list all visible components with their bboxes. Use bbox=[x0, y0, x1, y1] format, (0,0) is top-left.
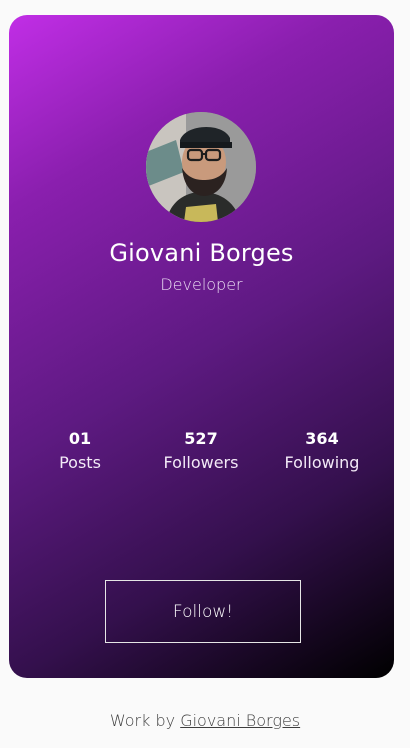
stat-label: Posts bbox=[59, 453, 101, 472]
stat-value: 01 bbox=[68, 429, 92, 448]
stat-following: 364 Following bbox=[257, 428, 387, 472]
stat-label: Following bbox=[284, 453, 360, 472]
stat-posts: 01 Posts bbox=[15, 428, 145, 472]
stat-followers: 527 Followers bbox=[136, 428, 266, 472]
footer-prefix: Work by bbox=[109, 711, 176, 730]
author-link[interactable]: Giovani Borges bbox=[180, 711, 300, 730]
follow-button[interactable]: Follow! bbox=[105, 580, 301, 643]
stat-value: 527 bbox=[184, 429, 218, 448]
stat-value: 364 bbox=[305, 429, 339, 448]
avatar bbox=[146, 112, 256, 222]
stat-label: Followers bbox=[163, 453, 239, 472]
profile-card: Giovani Borges Developer 01 Posts 527 Fo… bbox=[9, 15, 394, 678]
footer: Work by Giovani Borges bbox=[0, 711, 410, 730]
profile-name: Giovani Borges bbox=[109, 239, 294, 267]
avatar-photo-icon bbox=[146, 112, 256, 222]
profile-role: Developer bbox=[160, 275, 243, 294]
